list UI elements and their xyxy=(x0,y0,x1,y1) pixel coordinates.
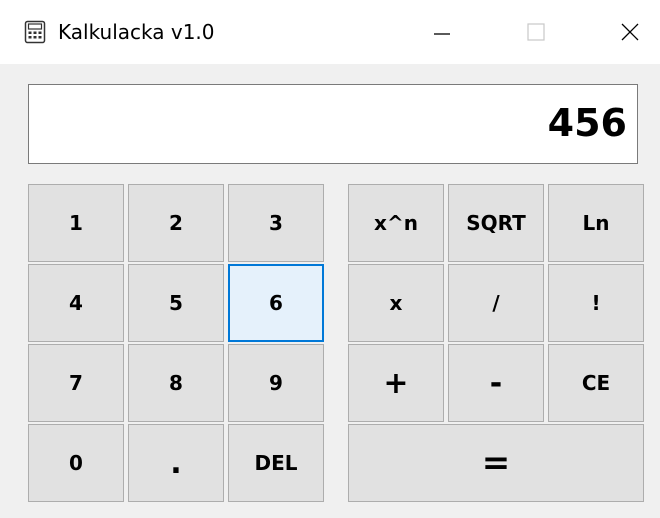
key-8[interactable]: 8 xyxy=(128,344,224,422)
key-7[interactable]: 7 xyxy=(28,344,124,422)
calculator-icon xyxy=(24,20,46,44)
delete-button[interactable]: DEL xyxy=(228,424,324,502)
key-3[interactable]: 3 xyxy=(228,184,324,262)
key-0[interactable]: 0 xyxy=(28,424,124,502)
close-icon xyxy=(621,23,639,41)
multiply-button[interactable]: x xyxy=(348,264,444,342)
title-bar: Kalkulacka v1.0 xyxy=(0,0,660,64)
key-9[interactable]: 9 xyxy=(228,344,324,422)
key-6[interactable]: 6 xyxy=(228,264,324,342)
display-value: 456 xyxy=(547,101,627,145)
maximize-button[interactable] xyxy=(484,0,572,64)
clear-entry-button[interactable]: CE xyxy=(548,344,644,422)
key-1[interactable]: 1 xyxy=(28,184,124,262)
minimize-icon xyxy=(434,33,450,35)
power-button[interactable]: x^n xyxy=(348,184,444,262)
key-5[interactable]: 5 xyxy=(128,264,224,342)
add-button[interactable]: + xyxy=(348,344,444,422)
minimize-button[interactable] xyxy=(396,0,484,64)
key-2[interactable]: 2 xyxy=(128,184,224,262)
sqrt-button[interactable]: SQRT xyxy=(448,184,544,262)
calculator-body: 456 1 2 3 4 5 6 7 8 9 0 . DEL x^n SQRT L… xyxy=(0,64,660,518)
factorial-button[interactable]: ! xyxy=(548,264,644,342)
maximize-icon xyxy=(527,23,545,41)
result-display[interactable]: 456 xyxy=(28,84,638,164)
decimal-point-button[interactable]: . xyxy=(128,424,224,502)
subtract-button[interactable]: - xyxy=(448,344,544,422)
key-4[interactable]: 4 xyxy=(28,264,124,342)
close-button[interactable] xyxy=(572,0,660,64)
window-title: Kalkulacka v1.0 xyxy=(58,20,215,44)
ln-button[interactable]: Ln xyxy=(548,184,644,262)
equals-button[interactable]: = xyxy=(348,424,644,502)
divide-button[interactable]: / xyxy=(448,264,544,342)
